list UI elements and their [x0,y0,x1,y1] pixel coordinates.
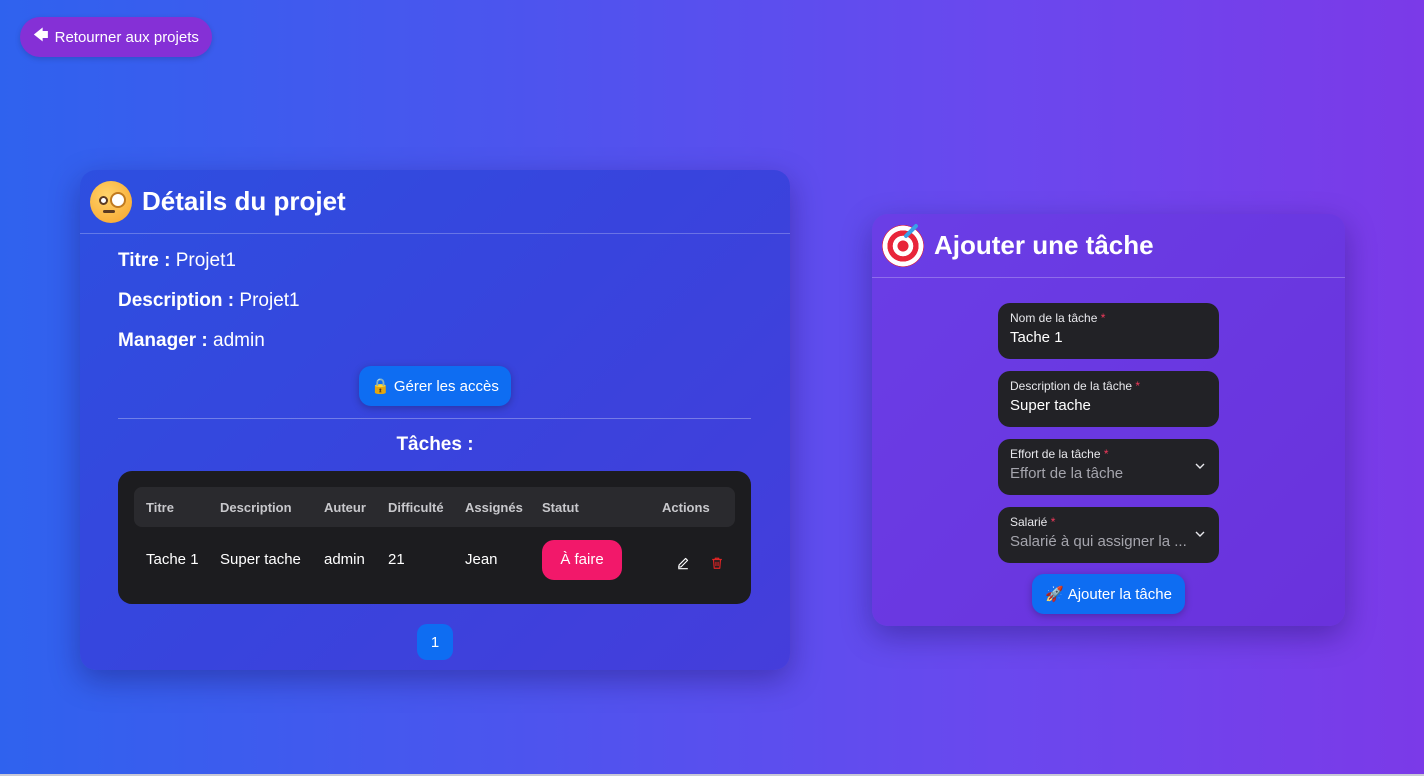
status-badge[interactable]: À faire [542,539,622,580]
tasks-heading: Tâches : [396,434,474,455]
back-to-projects-button[interactable]: 🡄 Retourner aux projets [20,17,212,57]
chevron-down-icon [1195,531,1205,537]
project-info: Titre : Projet1 Description : Projet1 Ma… [80,234,790,351]
project-heading: Détails du projet [142,186,346,216]
cell-status: À faire [542,539,662,580]
arrow-left-icon: 🡄 [33,26,49,44]
task-employee-placeholder: Salarié à qui assigner la ... [1010,533,1187,550]
task-effort-placeholder: Effort de la tâche [1010,465,1124,482]
task-effort-label: Effort de la tâche * [1010,447,1109,461]
manager-value: admin [213,330,265,351]
column-header-description: Description [220,499,292,515]
section-divider [118,418,751,419]
add-task-form: Nom de la tâche * Tache 1 Description de… [998,303,1219,575]
column-header-difficulty: Difficulté [388,499,444,515]
project-description-line: Description : Projet1 [118,290,790,311]
column-header-title: Titre [146,499,174,515]
target-icon [882,222,924,267]
task-description-label: Description de la tâche * [1010,379,1141,393]
rocket-icon: 🚀 [1045,586,1064,603]
column-header-author: Auteur [324,499,366,515]
description-value: Projet1 [239,290,300,311]
task-employee-select[interactable]: Salarié * Salarié à qui assigner la ... [998,507,1219,563]
project-manager-line: Manager : admin [118,330,790,351]
project-details-card: Détails du projet Titre : Projet1 Descri… [80,170,790,670]
tasks-table: Titre Description Auteur Difficulté Assi… [118,471,751,604]
manage-access-label: Gérer les accès [393,377,499,395]
lock-icon: 🔒 [371,378,390,395]
monocle-face-icon [90,180,132,223]
cell-title: Tache 1 [146,551,199,568]
task-description-field[interactable]: Description de la tâche * Super tache [998,371,1219,427]
manager-key: Manager : [118,330,208,351]
cell-actions [662,550,732,570]
task-employee-label: Salarié * [1010,515,1056,529]
task-name-label: Nom de la tâche * [1010,311,1106,325]
cell-assignees: Jean [465,551,498,568]
cell-description: Super tache [220,551,301,568]
column-header-assignees: Assignés [465,499,523,515]
description-key: Description : [118,290,235,311]
title-key: Titre : [118,250,171,271]
manage-access-button[interactable]: 🔒 Gérer les accès [359,366,511,406]
cell-difficulty: 21 [388,551,405,568]
task-effort-select[interactable]: Effort de la tâche * Effort de la tâche [998,439,1219,495]
task-name-value: Tache 1 [1010,329,1063,346]
edit-icon[interactable] [676,556,690,570]
add-task-header: Ajouter une tâche [872,214,1345,278]
chevron-down-icon [1195,463,1205,469]
task-description-value: Super tache [1010,397,1091,414]
column-header-actions: Actions [662,499,710,515]
pagination-page-button[interactable]: 1 [417,624,453,660]
table-row: Tache 1 Super tache admin 21 Jean À fair… [134,527,735,592]
task-name-field[interactable]: Nom de la tâche * Tache 1 [998,303,1219,359]
add-task-card: Ajouter une tâche Nom de la tâche * Tach… [872,214,1345,626]
back-button-label: Retourner aux projets [54,28,199,46]
title-value: Projet1 [175,250,236,271]
add-task-heading: Ajouter une tâche [934,230,1154,260]
trash-icon[interactable] [710,556,724,570]
add-task-button[interactable]: 🚀 Ajouter la tâche [1032,574,1185,614]
column-header-status: Statut [542,499,579,515]
cell-author: admin [324,551,365,568]
project-title-line: Titre : Projet1 [118,250,790,271]
add-task-label: Ajouter la tâche [1067,585,1172,603]
project-card-header: Détails du projet [80,170,790,234]
table-header: Titre Description Auteur Difficulté Assi… [134,487,735,527]
